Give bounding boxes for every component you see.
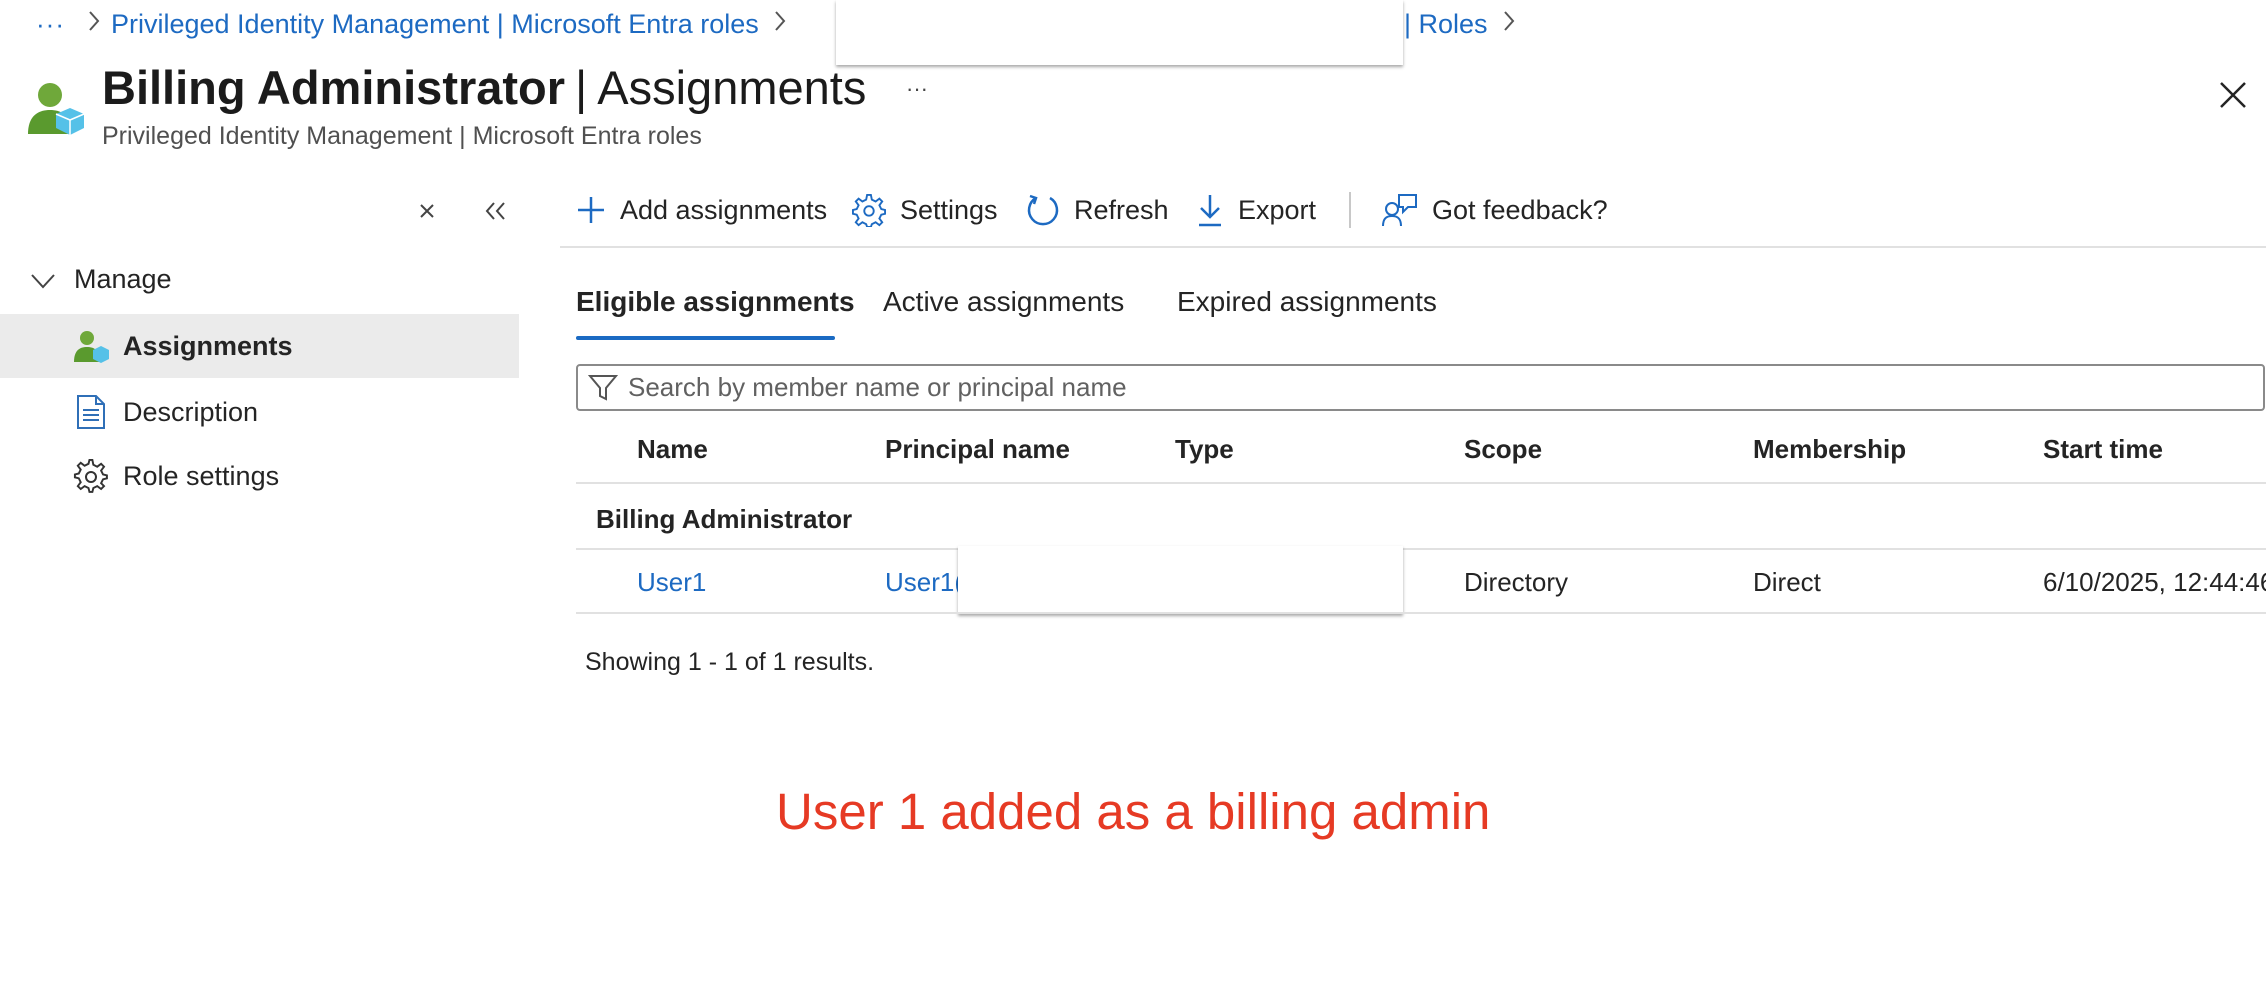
column-header-membership[interactable]: Membership (1753, 434, 1906, 465)
table-group-label: Billing Administrator (596, 504, 853, 534)
gear-icon (852, 193, 886, 227)
search-box[interactable] (576, 364, 2265, 411)
export-button[interactable]: Export (1196, 186, 1316, 234)
refresh-label: Refresh (1074, 194, 1169, 225)
cell-start-time: 6/10/2025, 12:44:46 (2043, 567, 2266, 597)
refresh-icon (1027, 194, 1059, 226)
breadcrumb-link-pim[interactable]: Privileged Identity Management | Microso… (111, 9, 759, 40)
column-header-type[interactable]: Type (1175, 434, 1234, 465)
sidebar-item-assignments[interactable]: Assignments (0, 314, 519, 378)
feedback-label: Got feedback? (1432, 194, 1608, 225)
table-row-border (576, 612, 2266, 614)
sidebar-item-label: Assignments (123, 330, 293, 361)
breadcrumb-ellipsis[interactable]: ··· (36, 9, 65, 40)
search-input[interactable] (628, 372, 2128, 403)
sidebar-item-role-settings[interactable]: Role settings (0, 444, 519, 508)
sidebar-group-manage[interactable]: Manage (74, 264, 172, 295)
toolbar-bottom-border (560, 246, 2266, 248)
chevron-right-icon (1502, 7, 1516, 41)
add-assignments-button[interactable]: Add assignments (576, 186, 827, 234)
add-assignments-label: Add assignments (620, 194, 828, 225)
table-row[interactable]: User1 User1( Directory Direct 6/10/2025,… (576, 550, 2266, 612)
page-title: Billing Administrator | Assignments (102, 58, 866, 118)
breadcrumb-roles: | Roles (1404, 6, 1516, 42)
annotation-text: User 1 added as a billing admin (776, 783, 1491, 840)
redaction-box (958, 546, 1403, 614)
close-icon[interactable] (2218, 80, 2248, 110)
clear-filter-icon[interactable] (418, 200, 436, 222)
table-header-border (576, 482, 2266, 484)
chevron-right-icon (773, 7, 787, 41)
collapse-sidebar-icon[interactable] (484, 200, 508, 222)
tab-active-indicator (576, 336, 835, 340)
tab-expired-assignments[interactable]: Expired assignments (1177, 286, 1437, 318)
plus-icon (578, 197, 604, 223)
breadcrumb-link-roles[interactable]: | Roles (1404, 9, 1488, 40)
refresh-button[interactable]: Refresh (1026, 186, 1169, 234)
breadcrumb: ··· Privileged Identity Management | Mic… (36, 6, 787, 42)
user-role-icon (73, 328, 109, 364)
redaction-box (836, 0, 1403, 65)
tab-eligible-assignments[interactable]: Eligible assignments (576, 286, 855, 318)
export-label: Export (1238, 194, 1317, 225)
feedback-icon (1382, 194, 1417, 227)
column-header-scope[interactable]: Scope (1464, 434, 1542, 465)
column-header-name[interactable]: Name (637, 434, 708, 465)
column-header-principal-name[interactable]: Principal name (885, 434, 1070, 465)
filter-icon (588, 374, 618, 401)
cell-scope: Directory (1464, 567, 1569, 597)
sidebar-item-label: Role settings (123, 460, 280, 491)
sidebar-item-label: Description (123, 396, 259, 427)
page-subtitle: Privileged Identity Management | Microso… (102, 122, 702, 150)
sidebar-item-description[interactable]: Description (0, 380, 519, 444)
page-title-role: Billing Administrator (102, 61, 566, 114)
gear-icon (73, 458, 109, 494)
results-count: Showing 1 - 1 of 1 results. (585, 648, 875, 676)
chevron-right-icon (87, 7, 101, 41)
tab-active-assignments[interactable]: Active assignments (883, 286, 1124, 318)
role-user-icon (26, 80, 85, 136)
more-options-button[interactable]: ··· (906, 76, 928, 102)
document-icon (73, 394, 109, 430)
download-icon (1199, 195, 1221, 227)
cell-membership: Direct (1753, 567, 1821, 597)
cell-name-link[interactable]: User1 (637, 567, 706, 598)
page-title-separator: | (575, 61, 588, 114)
column-header-start-time[interactable]: Start time (2043, 434, 2163, 465)
settings-label: Settings (900, 194, 998, 225)
settings-button[interactable]: Settings (852, 186, 998, 234)
cell-principal-name[interactable]: User1( (885, 567, 963, 598)
chevron-down-icon[interactable] (30, 268, 56, 294)
toolbar-divider (1349, 192, 1351, 228)
feedback-button[interactable]: Got feedback? (1382, 186, 1608, 234)
page-title-blade: Assignments (597, 61, 867, 114)
